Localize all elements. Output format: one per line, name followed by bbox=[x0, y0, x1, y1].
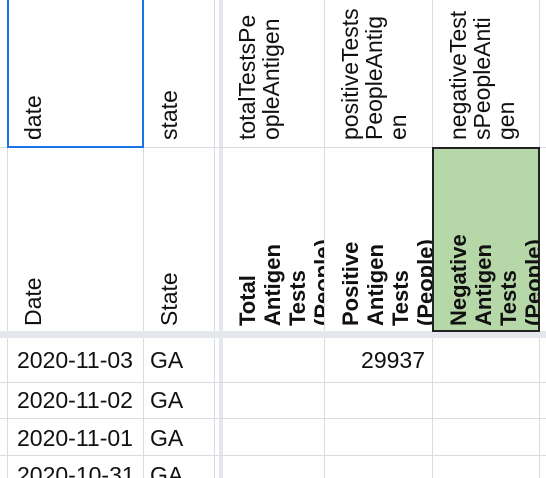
grid-line bbox=[0, 455, 546, 456]
cell-state-row4[interactable]: GA bbox=[150, 461, 183, 478]
label-cell-total[interactable]: Total Antigen Tests (People) bbox=[223, 148, 324, 331]
grid-line bbox=[0, 418, 546, 419]
cell-date-row4[interactable]: 2020-10-31 bbox=[17, 461, 135, 478]
header-cell-positive[interactable]: positiveTests PeopleAntig en bbox=[324, 0, 432, 147]
label-state-text: State bbox=[156, 272, 182, 326]
label-cell-state[interactable]: State bbox=[143, 148, 214, 331]
grid-line bbox=[0, 382, 546, 383]
spreadsheet-grid: date state totalTestsPe opleAntigen posi… bbox=[0, 0, 546, 478]
label-cell-positive[interactable]: Positive Antigen Tests (People) bbox=[324, 148, 432, 331]
header-cell-date[interactable]: date bbox=[7, 0, 144, 147]
header-positive-text: positiveTests PeopleAntig en bbox=[337, 8, 411, 140]
cell-date-row3[interactable]: 2020-11-01 bbox=[17, 424, 133, 452]
cell-date-row1[interactable]: 2020-11-03 bbox=[17, 346, 133, 374]
cell-state-row1[interactable]: GA bbox=[150, 346, 183, 374]
header-negative-text: negativeTest sPeopleAnti gen bbox=[445, 10, 519, 140]
cell-state-row3[interactable]: GA bbox=[150, 424, 183, 452]
header-cell-total[interactable]: totalTestsPe opleAntigen bbox=[223, 0, 324, 147]
label-date-text: Date bbox=[20, 277, 46, 326]
header-cell-negative[interactable]: negativeTest sPeopleAnti gen bbox=[432, 0, 539, 147]
label-positive-text: Positive Antigen Tests (People) bbox=[338, 239, 432, 326]
header-date-text: date bbox=[20, 95, 46, 140]
label-total-text: Total Antigen Tests (People) bbox=[235, 239, 324, 326]
header-cell-state[interactable]: state bbox=[143, 0, 214, 147]
label-cell-negative[interactable]: Negative Antigen Tests (People) bbox=[432, 148, 539, 331]
cell-state-row2[interactable]: GA bbox=[150, 386, 183, 414]
label-cell-date[interactable]: Date bbox=[7, 148, 144, 331]
cell-date-row2[interactable]: 2020-11-02 bbox=[17, 386, 133, 414]
cell-positive-row1[interactable]: 29937 bbox=[324, 346, 425, 374]
label-negative-text: Negative Antigen Tests (People) bbox=[446, 234, 539, 326]
grid-line bbox=[214, 0, 215, 478]
header-total-text: totalTestsPe opleAntigen bbox=[234, 14, 284, 140]
frozen-row-divider bbox=[0, 331, 546, 338]
header-state-text: state bbox=[156, 90, 182, 140]
